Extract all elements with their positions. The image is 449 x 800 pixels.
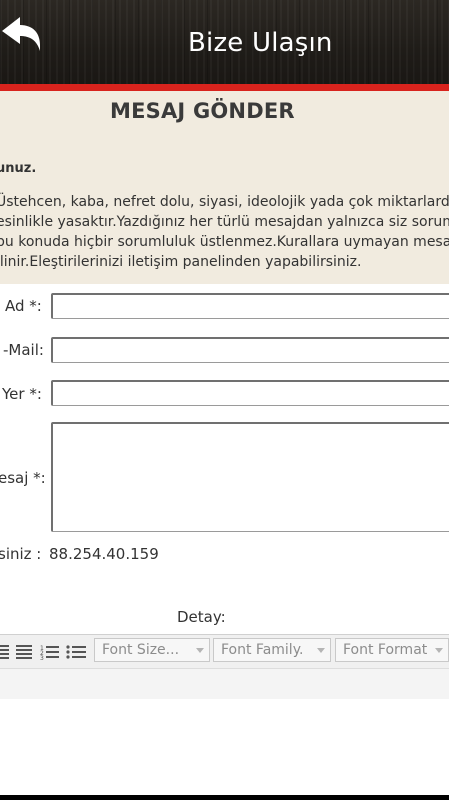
- place-field[interactable]: [51, 380, 449, 406]
- email-field[interactable]: [51, 337, 449, 363]
- chevron-down-icon: [317, 648, 325, 653]
- ip-address-value: 88.254.40.159: [49, 545, 159, 563]
- align-justify-icon[interactable]: [15, 644, 33, 660]
- font-family-select-value: Font Family.: [221, 642, 304, 658]
- unordered-list-icon[interactable]: [66, 644, 88, 662]
- app-header: Bize Ulaşın: [0, 0, 449, 84]
- font-size-select-value: Font Size...: [102, 642, 180, 658]
- font-format-select-value: Font Format: [343, 642, 428, 658]
- ip-label: siniz :: [0, 545, 42, 563]
- ordered-list-icon[interactable]: 1 2 3: [40, 644, 60, 662]
- chevron-down-icon: [435, 648, 443, 653]
- message-label: esaj *:: [0, 469, 46, 487]
- back-button[interactable]: [0, 6, 48, 60]
- bottom-edge: [0, 795, 449, 800]
- place-label: Yer *:: [2, 385, 42, 403]
- name-label: Ad *:: [5, 297, 42, 315]
- editor-secondary-toolbar: [0, 668, 449, 700]
- editor-content-area[interactable]: [0, 699, 449, 795]
- info-line: esinlikle yasaktır.Yazdığınız her türlü …: [0, 214, 449, 230]
- page-title: Bize Ulaşın: [188, 28, 333, 58]
- info-panel: MESAJ GÖNDER unuz. Üstehcen, kaba, nefre…: [0, 91, 449, 284]
- info-notice-bold: unuz.: [0, 161, 37, 176]
- info-line: ilinir.Eleştirilerinizi iletişim panelin…: [0, 254, 362, 270]
- chevron-down-icon: [196, 648, 204, 653]
- font-size-select[interactable]: Font Size...: [94, 638, 210, 662]
- detail-label: Detay:: [177, 608, 226, 626]
- back-arrow-icon: [2, 17, 40, 51]
- font-family-select[interactable]: Font Family.: [213, 638, 331, 662]
- info-title: MESAJ GÖNDER: [110, 99, 295, 123]
- font-format-select[interactable]: Font Format: [335, 638, 449, 662]
- email-label: -Mail:: [3, 341, 44, 359]
- header-accent-bar: [0, 84, 449, 91]
- name-field[interactable]: [51, 293, 449, 319]
- align-right-icon[interactable]: [0, 644, 10, 660]
- svg-text:3: 3: [40, 655, 44, 662]
- info-line: bu konuda hiçbir sorumluluk üstlenmez.Ku…: [0, 234, 449, 250]
- message-textarea[interactable]: [51, 422, 449, 532]
- info-line: Üstehcen, kaba, nefret dolu, siyasi, ide…: [0, 194, 449, 210]
